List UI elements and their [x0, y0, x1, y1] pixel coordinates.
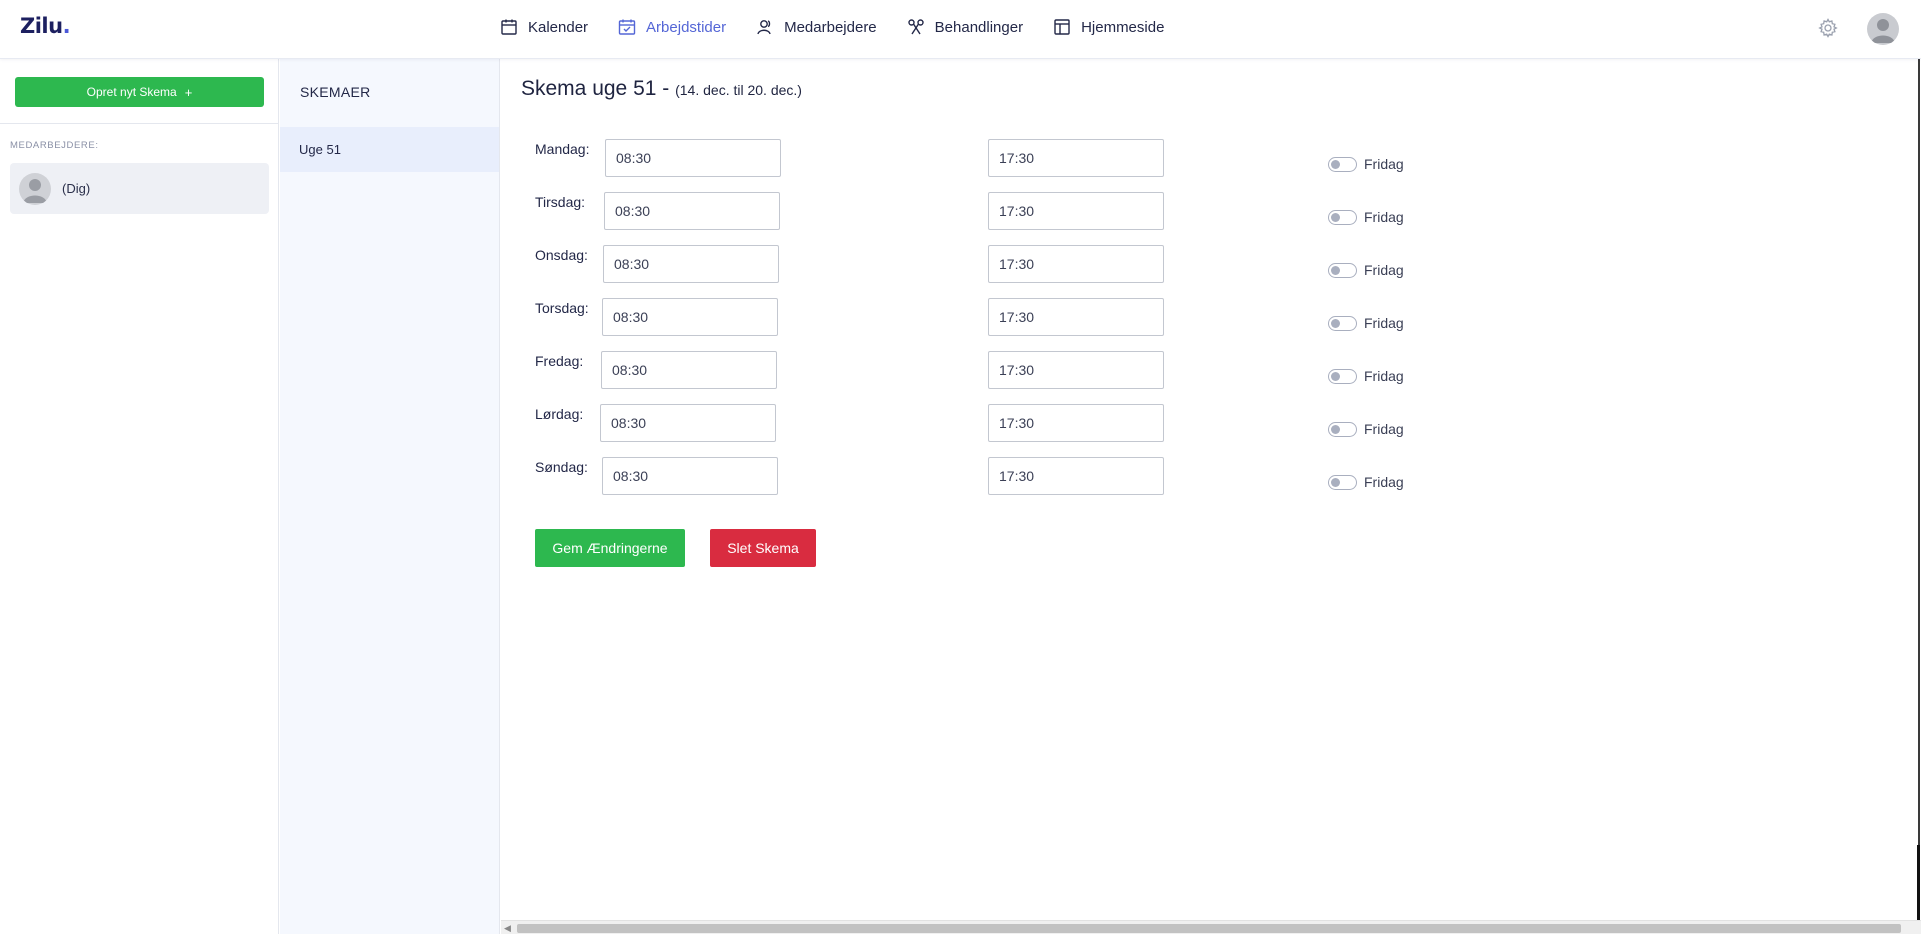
- nav-label: Medarbejdere: [784, 18, 877, 36]
- divider: [0, 123, 279, 124]
- day-off-label: Fridag: [1364, 421, 1404, 437]
- users-icon: [757, 20, 771, 35]
- save-changes-button[interactable]: Gem Ændringerne: [535, 529, 685, 567]
- day-off-toggle[interactable]: [1328, 210, 1357, 225]
- end-time-input[interactable]: [988, 192, 1164, 230]
- schedules-panel: SKEMAER Uge 51: [280, 59, 500, 934]
- schedule-item[interactable]: Uge 51: [280, 127, 499, 172]
- delete-schedule-button[interactable]: Slet Skema: [710, 529, 816, 567]
- schedule-icon: [618, 19, 636, 35]
- end-time-input[interactable]: [988, 404, 1164, 442]
- nav-label: Hjemmeside: [1081, 18, 1165, 36]
- scissors-icon: [907, 19, 924, 35]
- day-row-onsdag: Onsdag: Fridag: [501, 245, 1501, 285]
- day-off-toggle[interactable]: [1328, 369, 1357, 384]
- logo-text: Zilu: [20, 14, 63, 38]
- main-nav: Kalender Arbejdstider Medarbejdere Behan…: [500, 0, 1194, 54]
- day-off-label: Fridag: [1364, 315, 1404, 331]
- start-time-input[interactable]: [602, 298, 778, 336]
- nav-label: Behandlinger: [934, 18, 1024, 36]
- schedule-editor: Skema uge 51 - (14. dec. til 20. dec.) M…: [501, 59, 1921, 934]
- toggle-knob: [1331, 213, 1340, 222]
- day-row-lordag: Lørdag: Fridag: [501, 404, 1501, 444]
- user-avatar-icon[interactable]: [1867, 13, 1899, 45]
- plus-icon: +: [184, 84, 193, 100]
- nav-item-kalender[interactable]: Kalender: [500, 18, 588, 36]
- nav-label: Kalender: [528, 18, 589, 36]
- day-label: Mandag:: [535, 141, 590, 157]
- employee-sidebar: Opret nyt Skema + MEDARBEJDERE: (Dig): [0, 59, 279, 934]
- nav-label: Arbejdstider: [646, 18, 727, 36]
- day-off-label: Fridag: [1364, 262, 1404, 278]
- person-silhouette-icon: [1871, 19, 1895, 43]
- toggle-knob: [1331, 266, 1340, 275]
- schedules-title: SKEMAER: [300, 84, 371, 100]
- day-row-mandag: Mandag: Fridag: [501, 139, 1501, 179]
- nav-item-hjemmeside[interactable]: Hjemmeside: [1053, 18, 1164, 36]
- toggle-knob: [1331, 425, 1340, 434]
- start-time-input[interactable]: [603, 245, 779, 283]
- end-time-input[interactable]: [988, 245, 1164, 283]
- logo-dot: .: [62, 14, 71, 38]
- day-label: Søndag:: [535, 459, 588, 475]
- day-off-label: Fridag: [1364, 209, 1404, 225]
- day-label: Onsdag:: [535, 247, 588, 263]
- toggle-knob: [1331, 319, 1340, 328]
- day-row-torsdag: Torsdag: Fridag: [501, 298, 1501, 338]
- day-off-toggle[interactable]: [1328, 475, 1357, 490]
- nav-item-behandlinger[interactable]: Behandlinger: [907, 18, 1023, 36]
- day-off-toggle[interactable]: [1328, 263, 1357, 278]
- employees-section-label: MEDARBEJDERE:: [10, 140, 99, 151]
- employee-name: (Dig): [62, 181, 91, 196]
- layout-icon: [1054, 19, 1070, 35]
- toggle-knob: [1331, 372, 1340, 381]
- create-schedule-label: Opret nyt Skema: [86, 85, 177, 99]
- top-navbar: Zilu. Kalender Arbejdstider Medarbejdere…: [0, 0, 1921, 59]
- day-label: Fredag:: [535, 353, 584, 369]
- calendar-icon: [501, 19, 517, 35]
- day-off-toggle[interactable]: [1328, 316, 1357, 331]
- gear-icon[interactable]: [1818, 18, 1838, 38]
- day-label: Torsdag:: [535, 300, 589, 316]
- start-time-input[interactable]: [601, 351, 777, 389]
- page-title: Skema uge 51 - (14. dec. til 20. dec.): [521, 77, 802, 101]
- create-schedule-button[interactable]: Opret nyt Skema +: [15, 77, 264, 107]
- end-time-input[interactable]: [988, 139, 1164, 177]
- start-time-input[interactable]: [602, 457, 778, 495]
- day-off-label: Fridag: [1364, 474, 1404, 490]
- start-time-input[interactable]: [604, 192, 780, 230]
- vertical-scrollbar-thumb[interactable]: [1917, 845, 1920, 920]
- day-off-label: Fridag: [1364, 156, 1404, 172]
- horizontal-scrollbar[interactable]: ◀: [501, 920, 1921, 934]
- end-time-input[interactable]: [988, 298, 1164, 336]
- schedule-title: Skema uge 51 -: [521, 77, 670, 100]
- app-logo[interactable]: Zilu.: [20, 14, 71, 38]
- nav-item-medarbejdere[interactable]: Medarbejdere: [756, 18, 877, 36]
- day-off-toggle[interactable]: [1328, 422, 1357, 437]
- day-label: Tirsdag:: [535, 194, 586, 210]
- start-time-input[interactable]: [605, 139, 781, 177]
- person-silhouette-icon: [23, 178, 47, 203]
- scroll-left-arrow-icon[interactable]: ◀: [504, 923, 511, 934]
- day-row-sondag: Søndag: Fridag: [501, 457, 1501, 497]
- date-range: (14. dec. til 20. dec.): [675, 82, 802, 98]
- day-row-fredag: Fredag: Fridag: [501, 351, 1501, 391]
- start-time-input[interactable]: [600, 404, 776, 442]
- vertical-scrollbar[interactable]: [1918, 0, 1920, 920]
- end-time-input[interactable]: [988, 457, 1164, 495]
- employee-item[interactable]: (Dig): [10, 163, 269, 214]
- day-row-tirsdag: Tirsdag: Fridag: [501, 192, 1501, 232]
- day-label: Lørdag:: [535, 406, 584, 422]
- toggle-knob: [1331, 478, 1340, 487]
- day-off-label: Fridag: [1364, 368, 1404, 384]
- day-off-toggle[interactable]: [1328, 157, 1357, 172]
- end-time-input[interactable]: [988, 351, 1164, 389]
- nav-item-arbejdstider[interactable]: Arbejdstider: [618, 18, 726, 36]
- scrollbar-thumb[interactable]: [517, 924, 1901, 933]
- toggle-knob: [1331, 160, 1340, 169]
- avatar: [19, 172, 51, 205]
